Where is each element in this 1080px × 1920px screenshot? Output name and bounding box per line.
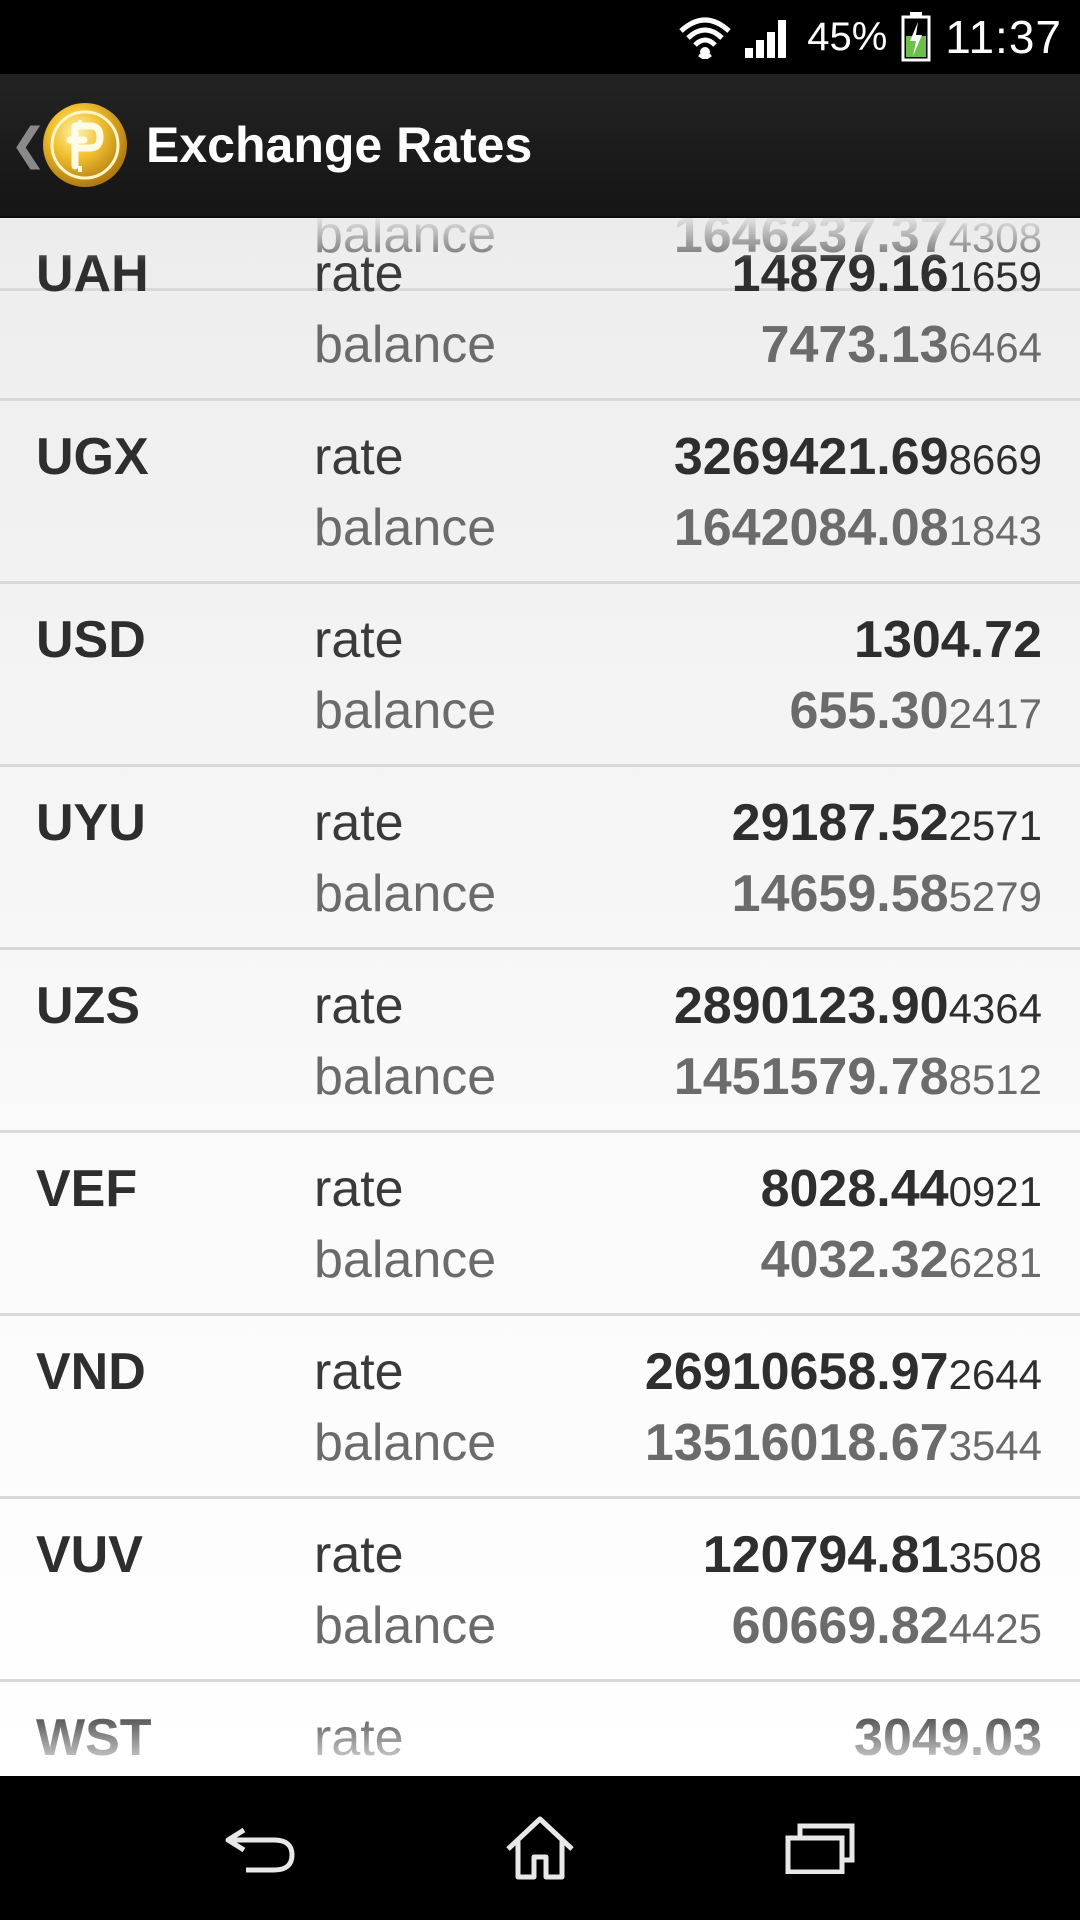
list-item[interactable]: UZS rate balance 2890123.904364 1451579.… (0, 950, 1080, 1133)
battery-charging-icon (901, 12, 931, 62)
rate-value: 26910658.972644 (644, 1343, 1042, 1401)
list-item[interactable]: VND rate balance 26910658.972644 1351601… (0, 1316, 1080, 1499)
page-title: Exchange Rates (146, 117, 533, 173)
balance-label: balance (314, 1414, 497, 1472)
currency-code: USD (36, 611, 146, 669)
clock: 11:37 (945, 11, 1062, 63)
balance-value: 4032.326281 (760, 1231, 1042, 1289)
currency-code: VND (36, 1343, 146, 1401)
rate-label: rate (314, 977, 404, 1035)
bitcoin-coin-logo[interactable] (42, 102, 128, 188)
rate-label: rate (314, 428, 404, 486)
rate-label: rate (314, 245, 404, 303)
action-bar: ❮ Exchange Rates (0, 74, 1080, 218)
list-item[interactable]: WST rate 3049.03 (0, 1682, 1080, 1776)
balance-value: 13516018.673544 (644, 1414, 1042, 1472)
balance-value: 60669.824425 (731, 1597, 1042, 1655)
rate-value: 3269421.698669 (673, 428, 1042, 486)
battery-percent: 45% (807, 14, 888, 59)
currency-code: UZS (36, 977, 140, 1035)
balance-label: balance (314, 865, 497, 923)
screen: 45% 11:37 ❮ Exchange Rates balance 16462… (0, 0, 1080, 1920)
currency-code: VEF (36, 1160, 138, 1218)
rate-label: rate (314, 1526, 404, 1584)
balance-value: 14659.585279 (731, 865, 1042, 923)
signal-icon (745, 16, 793, 58)
home-icon[interactable] (470, 1793, 610, 1903)
rate-label: rate (314, 1160, 404, 1218)
balance-label: balance (314, 1597, 497, 1655)
balance-label: balance (314, 499, 497, 557)
navigation-bar (0, 1776, 1080, 1920)
list-item[interactable]: UGX rate balance 3269421.698669 1642084.… (0, 401, 1080, 584)
rate-value: 8028.440921 (760, 1160, 1042, 1218)
list-item[interactable]: VUV rate balance 120794.813508 60669.824… (0, 1499, 1080, 1682)
chevron-left-icon[interactable]: ❮ (10, 123, 47, 167)
rate-value: 2890123.904364 (673, 977, 1042, 1035)
recent-apps-icon[interactable] (750, 1793, 890, 1903)
balance-label: balance (314, 316, 497, 374)
rate-label: rate (314, 794, 404, 852)
balance-value: 655.302417 (789, 682, 1042, 740)
wifi-icon (679, 15, 731, 59)
balance-label: balance (314, 1231, 497, 1289)
list-item[interactable]: USD rate balance 1304.72 655.302417 (0, 584, 1080, 767)
rate-value: 3049.03 (854, 1709, 1042, 1767)
currency-code: VUV (36, 1526, 143, 1584)
rate-value: 1304.72 (854, 611, 1042, 669)
rate-value: 29187.522571 (731, 794, 1042, 852)
status-bar: 45% 11:37 (0, 0, 1080, 74)
balance-label: balance (314, 682, 497, 740)
list-item[interactable]: UYU rate balance 29187.522571 14659.5852… (0, 767, 1080, 950)
rate-value: 14879.161659 (731, 245, 1042, 303)
currency-code: WST (36, 1709, 152, 1767)
balance-value: 1642084.081843 (673, 499, 1042, 557)
list-item[interactable]: VEF rate balance 8028.440921 4032.326281 (0, 1133, 1080, 1316)
back-icon[interactable] (190, 1793, 330, 1903)
balance-value: 1451579.788512 (673, 1048, 1042, 1106)
exchange-rate-list[interactable]: balance 1646237.374308 UAH rate balance … (0, 218, 1080, 1776)
currency-code: UGX (36, 428, 149, 486)
rate-label: rate (314, 1343, 404, 1401)
rate-label: rate (314, 1709, 404, 1767)
rate-value: 120794.813508 (702, 1526, 1042, 1584)
list-item[interactable]: UAH rate balance 14879.161659 7473.13646… (0, 218, 1080, 401)
currency-code: UYU (36, 794, 146, 852)
currency-code: UAH (36, 245, 149, 303)
balance-value: 7473.136464 (760, 316, 1042, 374)
balance-label: balance (314, 1048, 497, 1106)
rate-label: rate (314, 611, 404, 669)
